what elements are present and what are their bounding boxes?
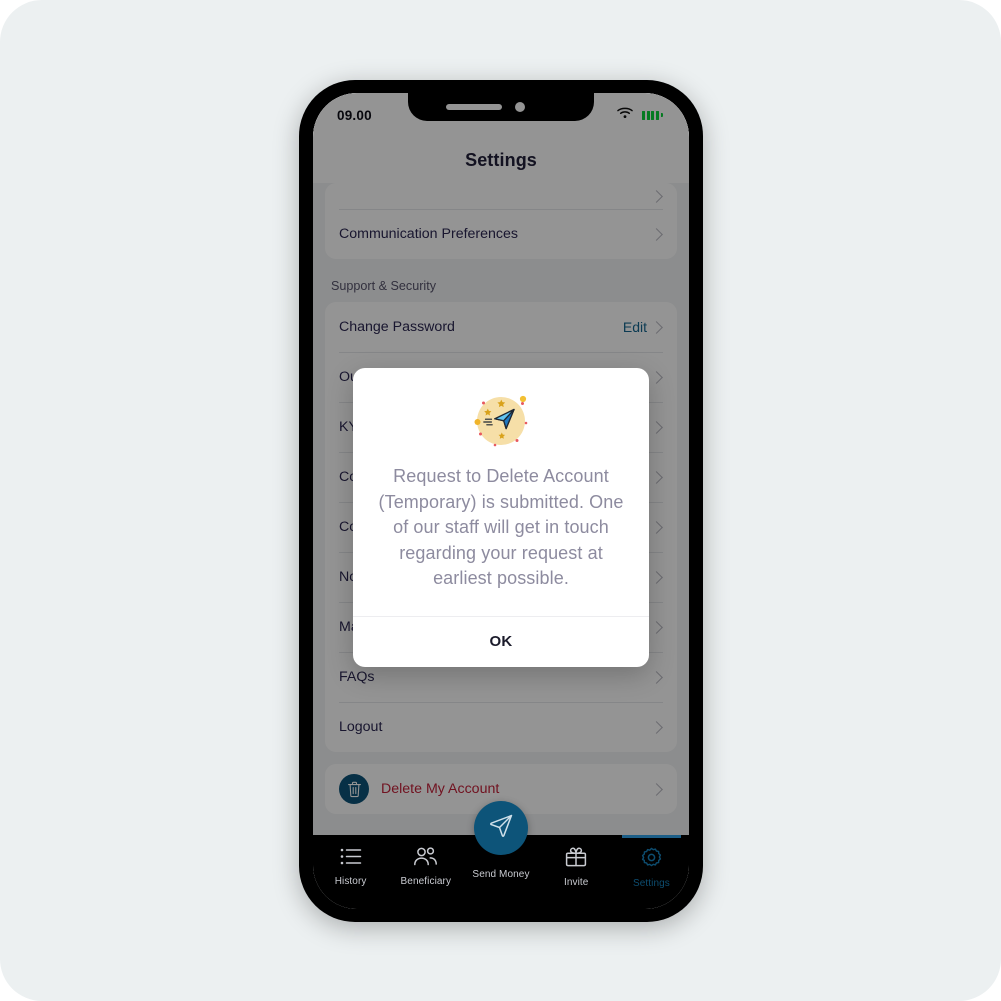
nav-label: Send Money: [472, 869, 530, 880]
people-icon: [413, 847, 439, 871]
delete-account-confirmation-dialog: Request to Delete Account (Temporary) is…: [353, 368, 649, 667]
page-canvas: 09.00 Settings Communication Preferences…: [0, 0, 1001, 1001]
gift-icon: [565, 847, 587, 872]
nav-item-settings[interactable]: Settings: [614, 835, 689, 889]
nav-label: Beneficiary: [400, 876, 452, 887]
phone-frame: 09.00 Settings Communication Preferences…: [299, 80, 703, 922]
list-icon: [340, 847, 362, 871]
send-plane-icon: [489, 813, 514, 843]
nav-label: History: [334, 876, 367, 887]
nav-item-history[interactable]: History: [313, 835, 388, 887]
paper-plane-illustration: [373, 390, 629, 452]
send-money-fab[interactable]: [474, 801, 528, 855]
dialog-message: Request to Delete Account (Temporary) is…: [378, 466, 624, 588]
nav-item-invite[interactable]: Invite: [539, 835, 614, 888]
nav-item-beneficiary[interactable]: Beneficiary: [388, 835, 463, 887]
nav-label: Settings: [632, 878, 670, 889]
ok-button[interactable]: OK: [353, 617, 649, 667]
nav-label: Invite: [563, 877, 589, 888]
gear-icon: [641, 847, 662, 873]
dialog-body: Request to Delete Account (Temporary) is…: [353, 368, 649, 616]
phone-screen: 09.00 Settings Communication Preferences…: [313, 93, 689, 909]
